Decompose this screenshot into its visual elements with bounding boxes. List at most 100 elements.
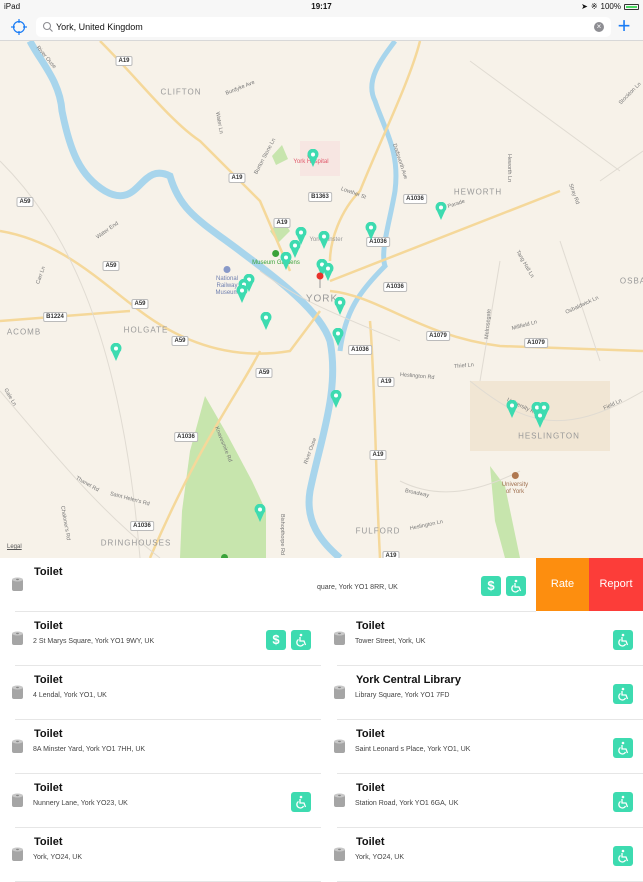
list-item[interactable]: Toilet Nunnery Lane, York YO23, UK (0, 774, 321, 828)
wheelchair-icon (618, 633, 629, 647)
swiped-list-row[interactable]: Toilet quare, York YO1 8RR, UK $ Rate Re… (0, 558, 643, 612)
badges (613, 630, 633, 650)
search-icon (42, 21, 53, 32)
road-shield: A19 (273, 218, 291, 228)
status-bar: iPad 19:17 ➤ ※ 100% (0, 0, 643, 13)
wheelchair-badge (613, 684, 633, 704)
wheelchair-badge (613, 846, 633, 866)
toilet-pin-icon[interactable] (307, 149, 319, 167)
toilet-pin-icon[interactable] (318, 231, 330, 249)
street-label: Heworth Ln (506, 154, 512, 183)
clear-search-button[interactable]: × (594, 22, 604, 32)
list-item[interactable]: York Central Library Library Square, York… (322, 666, 643, 720)
road-shield: A19 (377, 377, 395, 387)
road-shield: A59 (131, 299, 149, 309)
list-item-title: Toilet (356, 728, 385, 740)
road-shield: B1363 (308, 192, 332, 202)
wheelchair-icon (618, 849, 629, 863)
road-shield: A1079 (524, 338, 548, 348)
toilet-pin-icon[interactable] (332, 328, 344, 346)
list-item-title: Toilet (356, 836, 385, 848)
road-shield: A59 (171, 336, 189, 346)
toilet-paper-icon (12, 847, 23, 861)
nav-bar: × + (0, 13, 643, 41)
search-input[interactable] (56, 19, 586, 35)
toilet-pin-icon[interactable] (330, 390, 342, 408)
wheelchair-badge (613, 792, 633, 812)
locate-me-button[interactable] (10, 18, 28, 36)
wheelchair-badge (506, 576, 526, 596)
road-shield: A1036 (348, 345, 372, 355)
list-item-address: 4 Lendal, York YO1, UK (33, 692, 107, 699)
toilet-pin-icon[interactable] (260, 312, 272, 330)
legal-link[interactable]: Legal (7, 544, 22, 550)
toilet-pin-icon[interactable] (435, 202, 447, 220)
rate-button[interactable]: Rate (536, 558, 589, 611)
list-item[interactable]: Toilet 8A Minster Yard, York YO1 7HH, UK (0, 720, 321, 774)
toilet-pin-icon[interactable] (236, 285, 248, 303)
toilet-pin-icon[interactable] (280, 252, 292, 270)
toilet-pin-icon[interactable] (365, 222, 377, 240)
road-shield: A1036 (130, 521, 154, 531)
toilet-paper-icon (334, 793, 345, 807)
toilet-pin-icon[interactable] (334, 297, 346, 315)
road-shield: A19 (115, 56, 133, 66)
battery-icon (624, 3, 639, 10)
badges (613, 738, 633, 758)
status-right: ➤ ※ 100% (581, 2, 639, 11)
bluetooth-icon: ※ (590, 2, 598, 11)
area-label: ACOMB (6, 327, 42, 337)
hospital-park (272, 145, 288, 165)
toilet-paper-icon (334, 631, 345, 645)
list-item[interactable]: Toilet Tower Street, York, UK (322, 612, 643, 666)
toilet-pin-icon[interactable] (534, 410, 546, 428)
list-item[interactable]: Toilet 2 St Marys Square, York YO1 9WY, U… (0, 612, 321, 666)
dropped-pin-icon[interactable] (316, 272, 324, 288)
wheelchair-badge (291, 630, 311, 650)
list-item[interactable]: Toilet Station Road, York YO1 6GA, UK (322, 774, 643, 828)
toilet-pin-icon[interactable] (110, 343, 122, 361)
report-button[interactable]: Report (589, 558, 643, 611)
road-shield: B1224 (43, 312, 67, 322)
toilet-pin-icon[interactable] (506, 400, 518, 418)
area-label: OSBA (619, 276, 643, 286)
badges: $ (266, 630, 311, 650)
list-item[interactable]: Toilet 4 Lendal, York YO1, UK (0, 666, 321, 720)
toilet-pin-icon[interactable] (254, 504, 266, 522)
toilet-paper-icon (334, 685, 345, 699)
list-item-title: Toilet (34, 566, 63, 578)
toilet-paper-icon (12, 577, 23, 591)
clock: 19:17 (311, 2, 332, 11)
road-shield: A59 (102, 261, 120, 271)
poi-university[interactable]: University of York (502, 472, 528, 496)
badges: $ (481, 576, 526, 596)
add-toilet-button[interactable]: + (615, 15, 633, 37)
badges (613, 684, 633, 704)
list-item[interactable]: Toilet York, YO24, UK (322, 828, 643, 882)
list-item[interactable]: Toilet Saint Leonard s Place, York YO1, U… (322, 720, 643, 774)
list-item[interactable]: Toilet York, YO24, UK (0, 828, 321, 882)
toilet-paper-icon (12, 739, 23, 753)
street-label: Bishopthorpe Rd (279, 514, 285, 555)
toilet-list: Toilet quare, York YO1 8RR, UK $ Rate Re… (0, 558, 643, 882)
toilet-paper-icon (12, 685, 23, 699)
crosshair-icon (11, 19, 27, 35)
university-icon (511, 472, 519, 479)
list-item-title: York Central Library (356, 674, 461, 686)
racecourse-park (180, 396, 266, 558)
wheelchair-icon (296, 795, 307, 809)
toilet-paper-icon (334, 739, 345, 753)
toilet-paper-icon (334, 847, 345, 861)
list-item-address: Station Road, York YO1 6GA, UK (355, 800, 459, 807)
area-label: CLIFTON (160, 87, 202, 97)
battery-percent: 100% (600, 2, 621, 11)
area-label: DRINGHOUSES (100, 538, 172, 548)
list-item-title: Toilet (34, 674, 63, 686)
wheelchair-icon (618, 795, 629, 809)
road-shield: A1036 (174, 432, 198, 442)
list-item-address: Library Square, York YO1 7FD (355, 692, 450, 699)
wheelchair-icon (511, 579, 522, 593)
list-item-address: 8A Minster Yard, York YO1 7HH, UK (33, 746, 146, 753)
list-item-title: Toilet (356, 782, 385, 794)
map-view[interactable]: A19 A19 A19 A59 A59 A59 A59 A59 B1224 A1… (0, 41, 643, 558)
